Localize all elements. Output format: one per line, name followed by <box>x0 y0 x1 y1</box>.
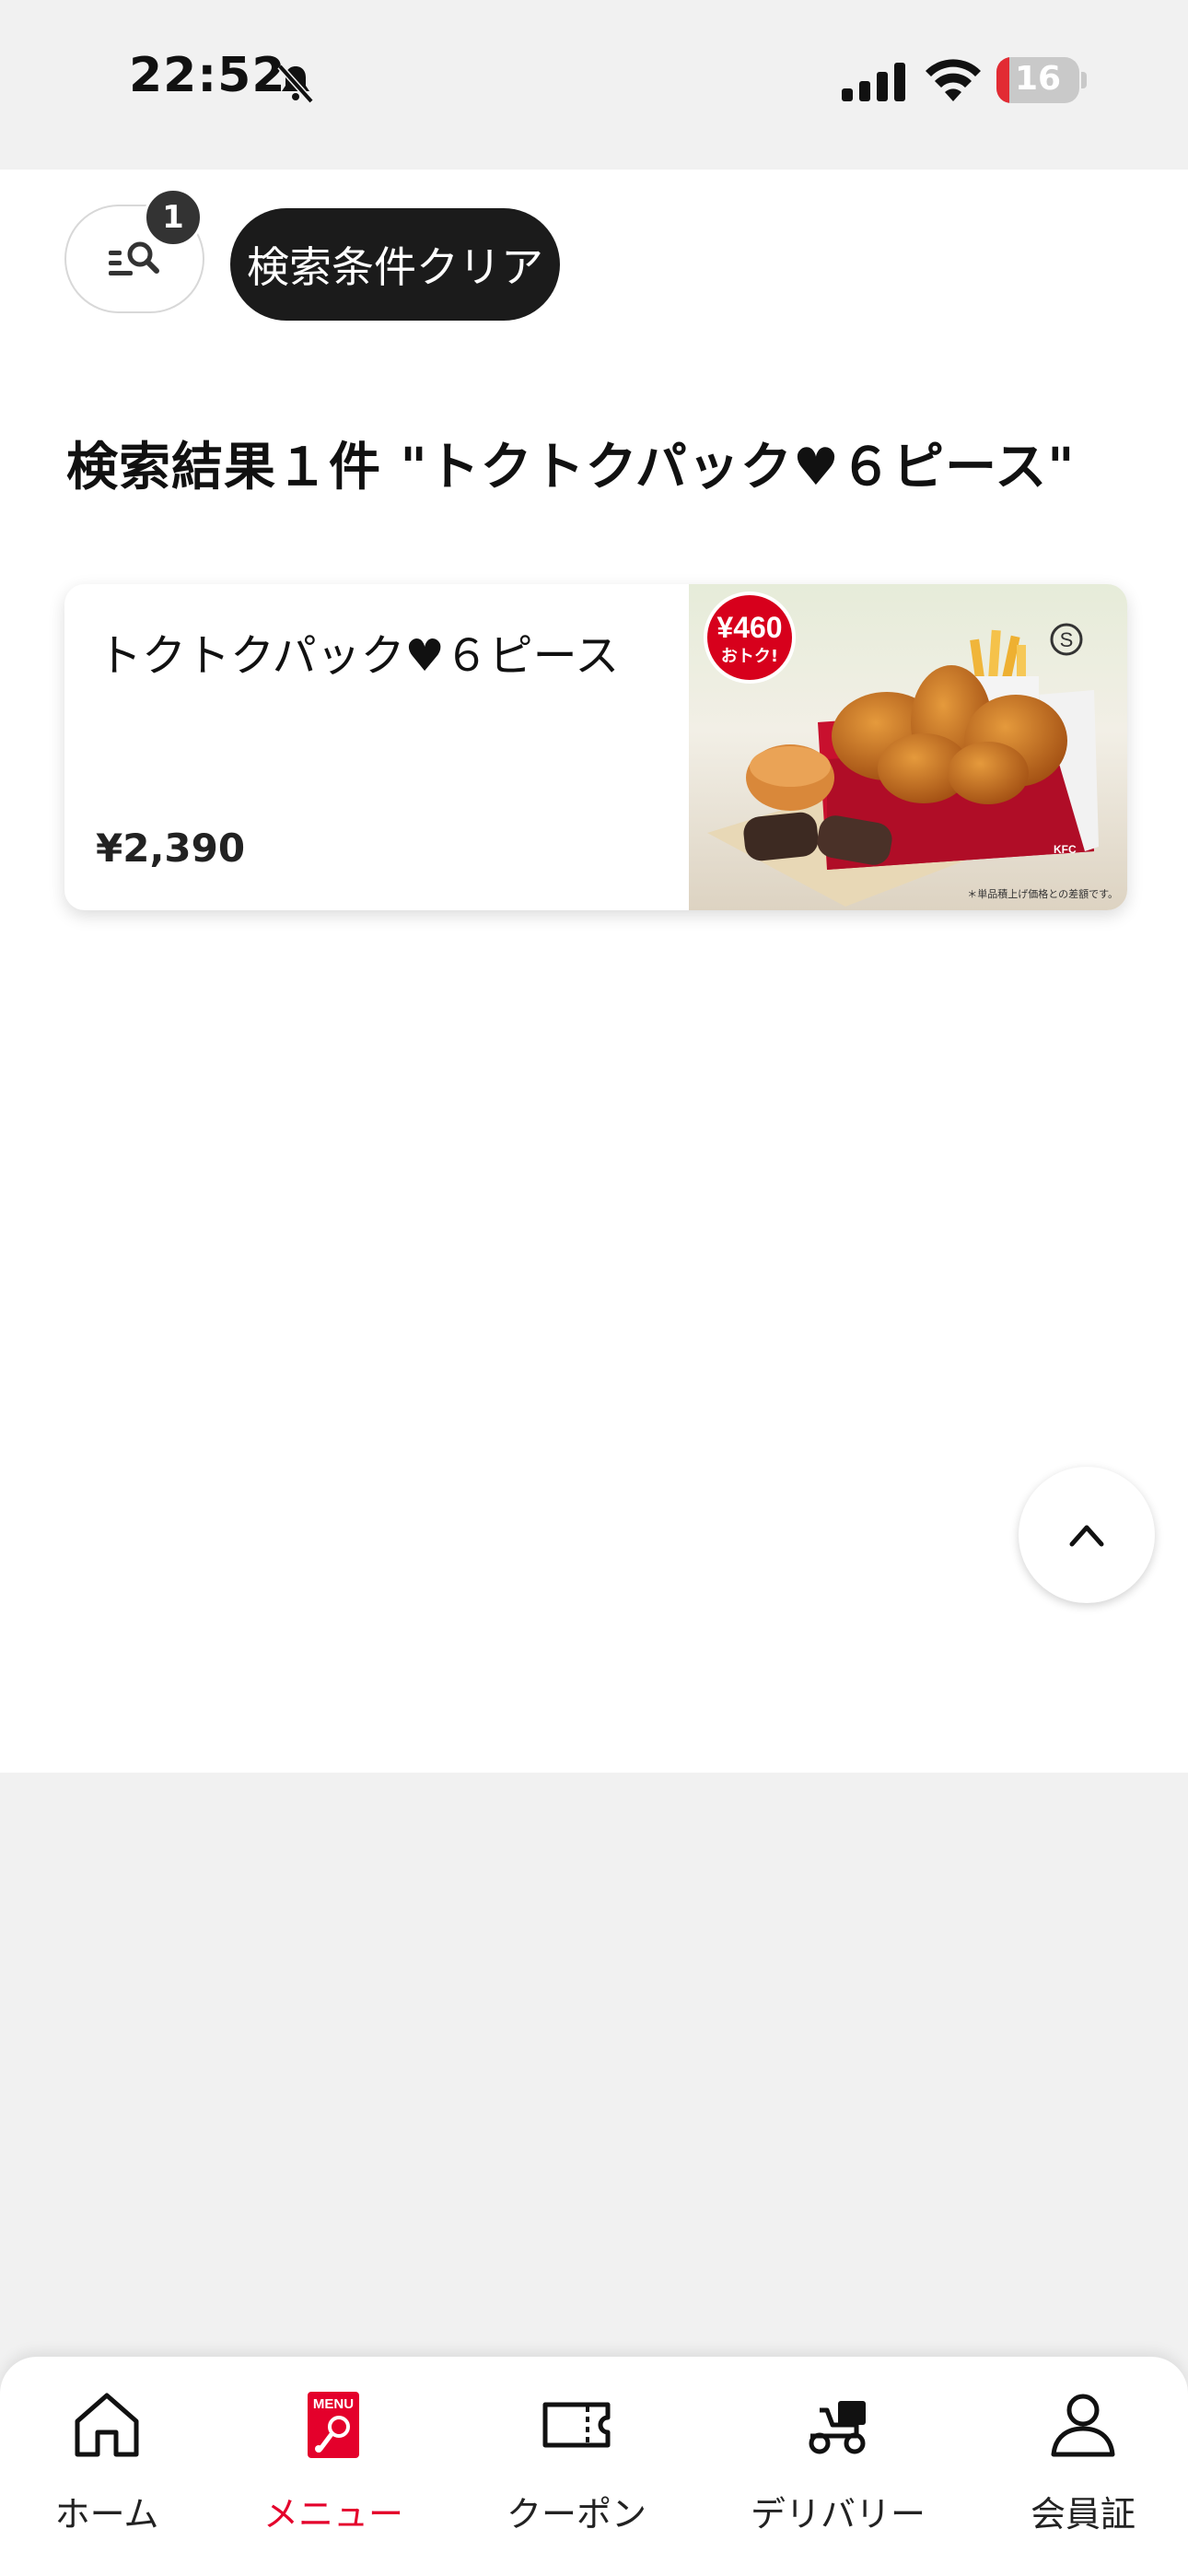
product-price: ¥2,390 <box>96 825 246 871</box>
discount-badge-price: ¥460 <box>716 611 782 644</box>
tab-label: デリバリー <box>750 2494 926 2535</box>
status-bar: 22:52 16 <box>0 0 1188 164</box>
discount-badge-label: おトク! <box>721 647 778 666</box>
tab-delivery[interactable]: デリバリー <box>728 2377 949 2535</box>
battery-indicator: 16 <box>996 57 1079 103</box>
tab-membership[interactable]: 会員証 <box>973 2377 1188 2535</box>
bottom-tab-bar: ホーム MENU メニュー クーポン デリバリー 会員証 <box>0 2357 1188 2576</box>
tab-label: メニュー <box>262 2494 403 2535</box>
bell-muted-icon <box>277 64 314 104</box>
home-icon <box>75 2393 139 2457</box>
coupon-icon <box>542 2402 611 2448</box>
tab-label: 会員証 <box>1030 2494 1136 2535</box>
wifi-icon <box>926 59 981 101</box>
battery-level: 16 <box>1014 60 1062 98</box>
size-mark: S <box>1060 628 1074 651</box>
tab-coupon[interactable]: クーポン <box>466 2377 687 2535</box>
product-card[interactable]: トクトクパック♥６ピース ¥2,390 S KFC ¥460 おトク! ＊単品積… <box>64 584 1127 910</box>
image-note: ＊単品積上げ価格との差額です。 <box>967 887 1118 900</box>
member-icon <box>1051 2394 1115 2457</box>
filter-count-badge: 1 <box>144 188 203 247</box>
status-time: 22:52 <box>129 48 286 103</box>
menu-icon-text: MENU <box>313 2396 354 2412</box>
scroll-to-top-button[interactable] <box>1019 1467 1155 1603</box>
delivery-icon <box>809 2401 866 2454</box>
menu-icon: MENU <box>308 2392 359 2458</box>
brand-mark: KFC <box>1054 843 1077 856</box>
product-image: S KFC ¥460 おトク! ＊単品積上げ価格との差額です。 <box>689 584 1127 910</box>
battery-cap <box>1081 72 1087 88</box>
clear-search-button[interactable]: 検索条件クリア <box>230 208 560 321</box>
filter-bar: 1 検索条件クリア <box>0 170 1188 348</box>
search-results-title: 検索結果１件 "トクトクパック♥６ピース" <box>66 438 1076 498</box>
signal-icon <box>842 63 905 101</box>
tab-label: ホーム <box>54 2494 159 2535</box>
search-results-panel: 検索結果１件 "トクトクパック♥６ピース" トクトクパック♥６ピース ¥2,39… <box>0 348 1188 1773</box>
tab-home[interactable]: ホーム <box>0 2377 217 2535</box>
product-name: トクトクパック♥６ピース <box>98 630 620 682</box>
tab-menu[interactable]: MENU メニュー <box>223 2377 444 2535</box>
chevron-up-icon <box>1069 1525 1104 1547</box>
tab-label: クーポン <box>506 2494 646 2535</box>
filter-search-icon <box>109 241 159 275</box>
